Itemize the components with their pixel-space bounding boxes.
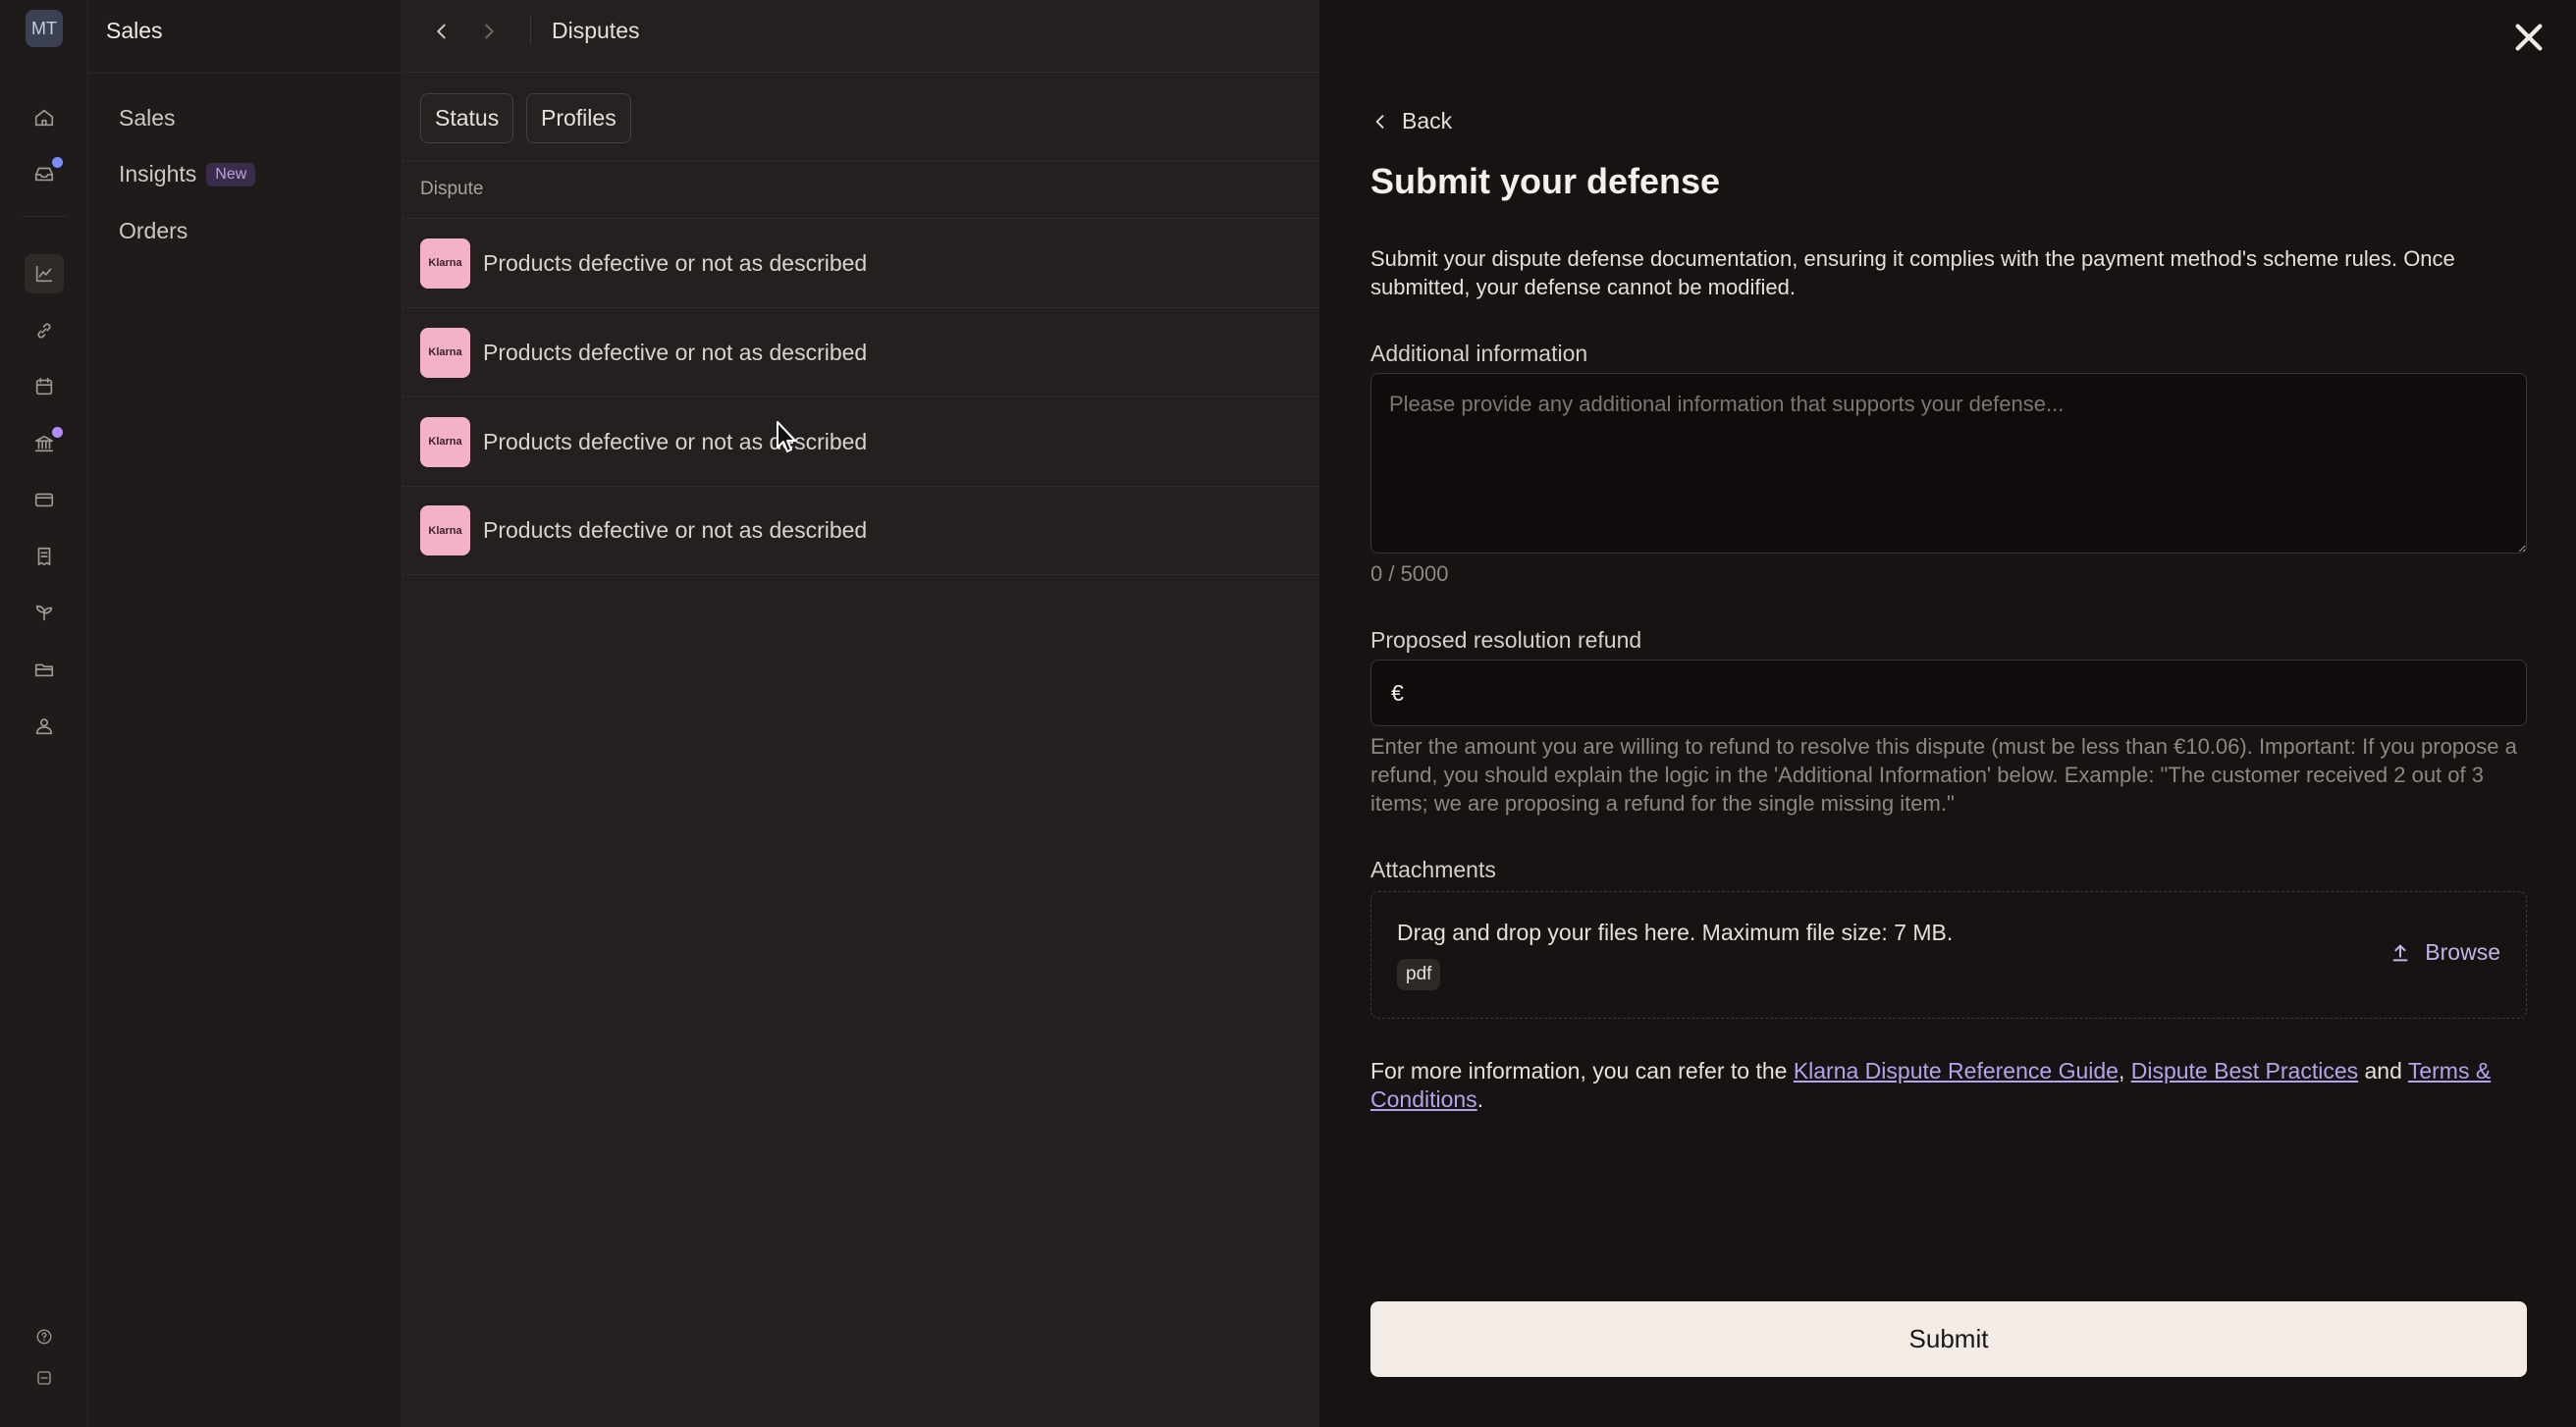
filter-divider (402, 161, 1319, 162)
more-info-text: For more information, you can refer to t… (1370, 1057, 2539, 1114)
more-info-prefix: For more information, you can refer to t… (1370, 1058, 1794, 1083)
notification-dot (52, 157, 63, 168)
refund-amount-input[interactable] (1413, 661, 2526, 725)
panel-title: Submit your defense (1370, 161, 1721, 201)
additional-info-label: Additional information (1370, 341, 1588, 366)
disputes-list-pane: Disputes Status Profiles Dispute Klarna … (402, 0, 1319, 1427)
back-link[interactable]: Back (1370, 108, 1452, 134)
back-nav-button[interactable] (424, 14, 459, 49)
file-type-pill: pdf (1397, 959, 1441, 990)
chevron-left-icon (437, 24, 446, 39)
icon-rail: MT (0, 0, 88, 1427)
klarna-logo: Klarna (420, 238, 470, 289)
browse-button[interactable]: Browse (2389, 939, 2500, 966)
calendar-icon[interactable] (25, 367, 64, 406)
submit-button[interactable]: Submit (1370, 1301, 2527, 1377)
more-info-sep1: , (2118, 1058, 2131, 1083)
table-row[interactable]: Klarna Products defective or not as desc… (402, 486, 1319, 575)
table-row[interactable]: Klarna Products defective or not as desc… (402, 396, 1319, 486)
top-bar: Disputes (402, 0, 1319, 73)
page-title: Disputes (552, 18, 640, 43)
folder-icon[interactable] (25, 650, 64, 689)
nav-item-label: Sales (119, 105, 176, 131)
mouse-cursor-icon (777, 421, 796, 452)
table-row[interactable]: Klarna Products defective or not as desc… (402, 307, 1319, 396)
chevron-right-icon (485, 24, 494, 39)
dispute-reason: Products defective or not as described (483, 428, 868, 454)
section-nav: Sales Sales Insights New Orders (88, 0, 402, 1427)
back-label: Back (1402, 108, 1453, 133)
klarna-logo: Klarna (420, 327, 470, 378)
forward-nav-button[interactable] (471, 14, 507, 49)
inbox-icon[interactable] (25, 154, 64, 193)
upload-icon (2392, 944, 2408, 961)
refund-amount-field[interactable]: € (1370, 660, 2527, 726)
users-icon[interactable] (25, 707, 64, 746)
klarna-guide-link[interactable]: Klarna Dispute Reference Guide (1794, 1058, 2119, 1083)
nav-item-orders[interactable]: Orders (119, 218, 188, 244)
best-practices-link[interactable]: Dispute Best Practices (2131, 1058, 2358, 1083)
nav-divider (88, 73, 402, 74)
additional-info-textarea[interactable] (1370, 373, 2527, 554)
topbar-divider (530, 16, 531, 45)
close-button[interactable] (2507, 16, 2550, 59)
credit-card-icon[interactable] (25, 480, 64, 519)
refund-label: Proposed resolution refund (1370, 627, 1642, 653)
character-counter: 0 / 5000 (1370, 561, 1449, 586)
more-info-sep2: and (2358, 1058, 2408, 1083)
profiles-filter-button[interactable]: Profiles (526, 93, 631, 143)
help-icon[interactable] (25, 1317, 64, 1356)
file-dropzone[interactable]: Drag and drop your files here. Maximum f… (1370, 891, 2527, 1019)
dispute-reason: Products defective or not as described (483, 339, 868, 365)
dispute-reason: Products defective or not as described (483, 517, 868, 543)
klarna-logo: Klarna (420, 416, 470, 467)
table-row[interactable]: Klarna Products defective or not as desc… (402, 218, 1319, 307)
home-icon[interactable] (25, 98, 64, 137)
settings-icon[interactable] (25, 1358, 64, 1398)
nav-item-insights[interactable]: Insights New (119, 161, 256, 187)
link-icon[interactable] (25, 311, 64, 350)
close-icon (2515, 24, 2543, 51)
plant-icon[interactable] (25, 593, 64, 632)
browse-label: Browse (2425, 939, 2500, 965)
attachments-label: Attachments (1370, 857, 1496, 882)
new-badge: New (206, 162, 256, 186)
status-filter-button[interactable]: Status (420, 93, 514, 143)
klarna-logo: Klarna (420, 505, 470, 555)
notification-dot (52, 427, 63, 438)
rail-divider (22, 216, 67, 217)
chevron-left-icon (1375, 114, 1384, 129)
dispute-reason: Products defective or not as described (483, 249, 868, 276)
more-info-suffix: . (1476, 1086, 1484, 1112)
currency-symbol: € (1391, 679, 1404, 706)
chart-icon[interactable] (25, 254, 64, 293)
refund-help-text: Enter the amount you are willing to refu… (1370, 734, 2517, 816)
bank-icon[interactable] (25, 424, 64, 463)
receipt-icon[interactable] (25, 537, 64, 576)
nav-item-label: Insights (119, 161, 197, 186)
nav-item-label: Orders (119, 218, 188, 243)
section-title: Sales (106, 18, 163, 43)
avatar[interactable]: MT (26, 10, 63, 47)
nav-item-sales[interactable]: Sales (119, 105, 176, 132)
column-header-dispute: Dispute (420, 179, 484, 199)
app-root: MT Sales Sales Insights New Orders Dispu… (0, 0, 2576, 1427)
panel-intro: Submit your dispute defense documentatio… (1370, 246, 2455, 299)
defense-panel: Back Submit your defense Submit your dis… (1319, 0, 2576, 1427)
dropzone-text: Drag and drop your files here. Maximum f… (1397, 920, 1954, 945)
